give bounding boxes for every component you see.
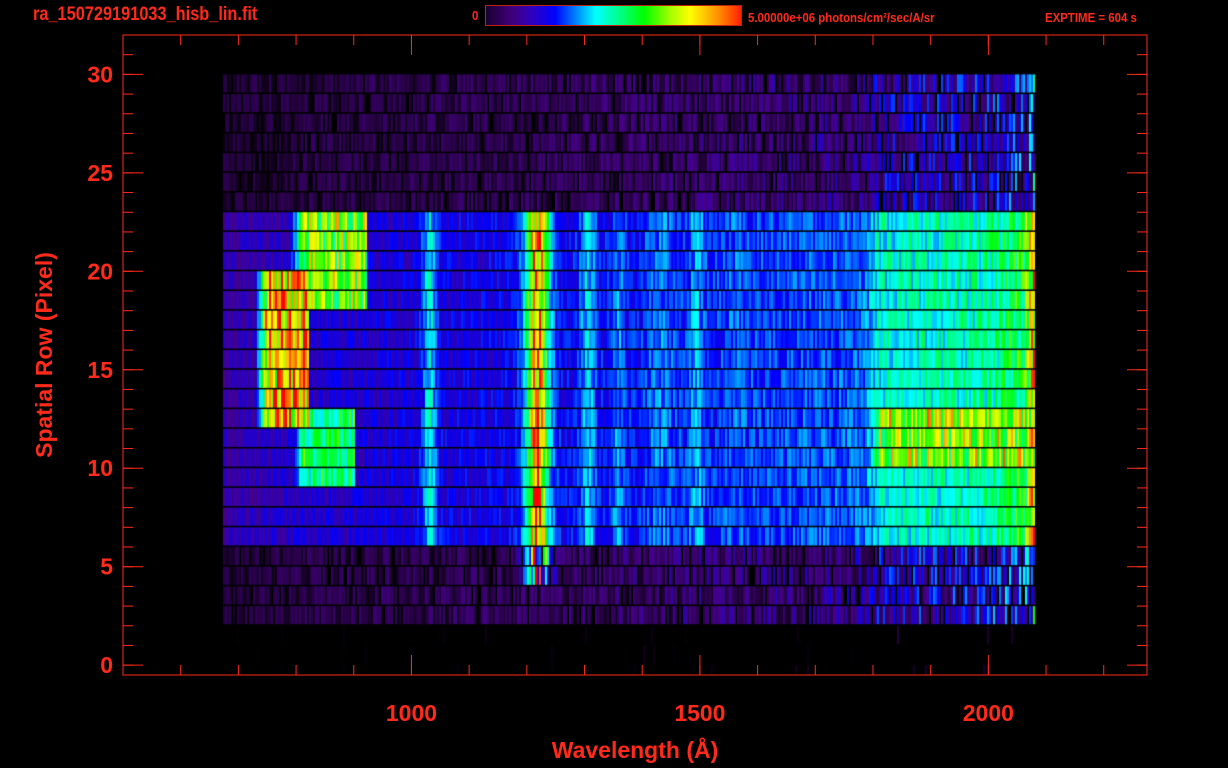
x-tick-label: 1000 <box>386 700 437 726</box>
y-tick-label: 30 <box>87 61 113 87</box>
y-tick-label: 25 <box>87 160 113 186</box>
x-axis-label: Wavelength (Å) <box>552 736 719 763</box>
y-tick-label: 15 <box>87 357 113 383</box>
y-axis-label: Spatial Row (Pixel) <box>31 252 57 458</box>
x-tick-label: 1500 <box>674 700 725 726</box>
y-tick-label: 5 <box>100 554 113 580</box>
y-tick-label: 10 <box>87 455 113 481</box>
plot-axes: 1000 1500 2000051015202530 Wavelength (Å) … <box>31 34 1148 763</box>
y-tick-label: 0 <box>100 652 113 678</box>
plot-frame <box>122 34 1148 676</box>
y-tick-label: 20 <box>87 258 113 284</box>
x-tick-label: 2000 <box>963 700 1014 726</box>
